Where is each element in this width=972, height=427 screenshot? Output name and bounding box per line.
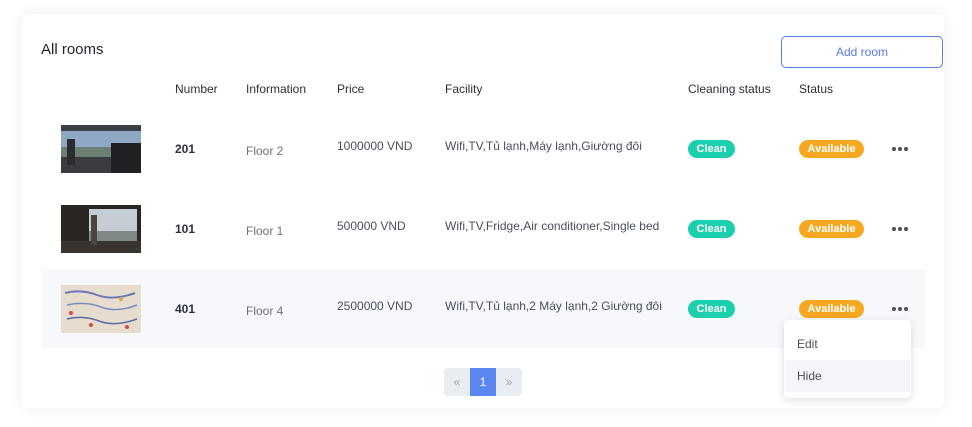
table-row[interactable]: 201 Floor 2 1000000 VND Wifi,TV,Tủ lạnh,… [41,109,925,188]
room-number: 101 [175,222,196,236]
room-price: 500000 VND [337,219,406,233]
table-row[interactable]: 101 Floor 1 500000 VND Wifi,TV,Fridge,Ai… [41,189,925,268]
pagination: « 1 » [444,368,522,396]
more-options-icon[interactable] [890,219,912,237]
page-title: All rooms [41,41,104,58]
room-facility: Wifi,TV,Tủ lạnh,2 Máy lạnh,2 Giường đôi [445,299,662,313]
more-options-icon[interactable] [890,139,912,157]
status-badge: Available [799,140,864,158]
room-photo [61,205,141,253]
room-facility: Wifi,TV,Tủ lạnh,Máy lạnh,Giường đôi [445,139,642,153]
column-header-price: Price [337,82,365,96]
pagination-prev[interactable]: « [444,368,470,396]
column-header-facility: Facility [445,82,483,96]
room-info: Floor 2 [246,144,284,158]
cleaning-status-badge: Clean [688,300,735,318]
column-header-status: Status [799,82,834,96]
room-info: Floor 1 [246,224,284,238]
column-header-number: Number [175,82,218,96]
column-header-cleaning-status: Cleaning status [688,82,771,96]
cleaning-status-badge: Clean [688,220,735,238]
column-header-information: Information [246,82,307,96]
room-price: 1000000 VND [337,139,413,153]
pagination-page[interactable]: 1 [470,368,496,396]
cleaning-status-badge: Clean [688,140,735,158]
room-photo [61,285,141,333]
status-badge: Available [799,220,864,238]
room-facility: Wifi,TV,Fridge,Air conditioner,Single be… [445,219,660,233]
room-info: Floor 4 [246,304,284,318]
room-number: 201 [175,142,196,156]
menu-item-hide[interactable]: Hide [785,360,910,392]
room-price: 2500000 VND [337,299,413,313]
room-photo [61,125,141,173]
room-number: 401 [175,302,196,316]
row-actions-menu: Edit Hide [784,320,911,398]
add-room-button[interactable]: Add room [781,36,943,68]
more-options-icon[interactable] [890,299,912,317]
pagination-next[interactable]: » [496,368,522,396]
menu-item-edit[interactable]: Edit [785,328,910,360]
status-badge: Available [799,300,864,318]
